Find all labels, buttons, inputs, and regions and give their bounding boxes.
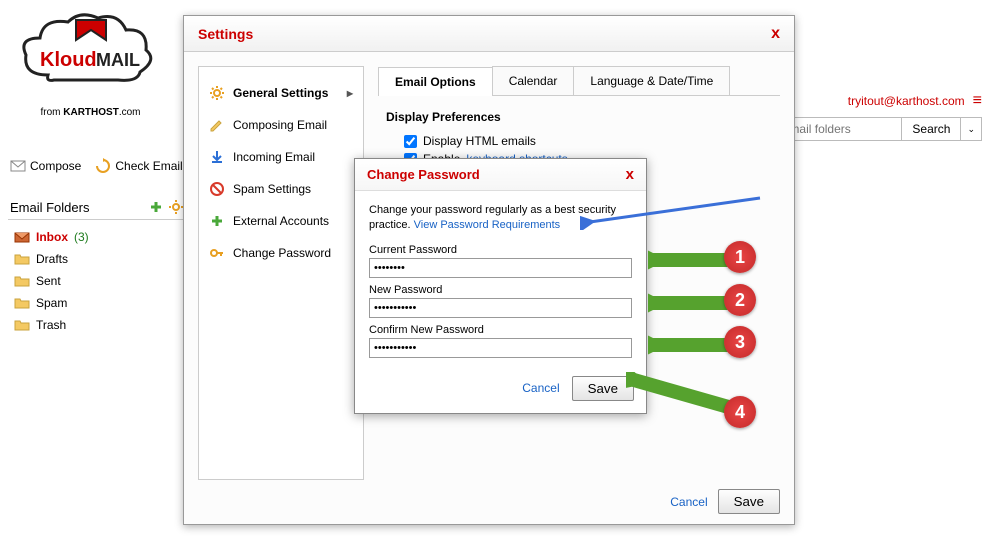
settings-cancel-button[interactable]: Cancel (670, 495, 707, 509)
display-preferences-header: Display Preferences (386, 110, 772, 124)
folder-inbox-label: Inbox (36, 230, 68, 244)
password-cancel-button[interactable]: Cancel (522, 381, 559, 395)
password-save-button[interactable]: Save (572, 376, 634, 401)
folder-icon (14, 251, 30, 267)
folder-trash[interactable]: Trash (8, 314, 186, 336)
nav-incoming-label: Incoming Email (233, 150, 315, 164)
nav-general-label: General Settings (233, 86, 328, 100)
password-description: Change your password regularly as a best… (369, 203, 632, 234)
gear-icon[interactable] (168, 199, 184, 215)
compose-label: Compose (30, 159, 81, 173)
logo-tagline: from KARTHOST.com (18, 107, 163, 118)
check-email-label: Check Email (115, 159, 182, 173)
input-current-password[interactable] (369, 258, 632, 278)
gear-icon (209, 85, 225, 101)
close-icon[interactable]: x (626, 166, 634, 183)
key-icon (209, 245, 225, 261)
nav-composing-label: Composing Email (233, 118, 327, 132)
settings-nav: General Settings ▶ Composing Email Incom… (198, 66, 364, 480)
tab-email-options[interactable]: Email Options (378, 67, 493, 96)
nav-composing-email[interactable]: Composing Email (199, 109, 363, 141)
folder-spam-label: Spam (36, 296, 67, 310)
settings-save-button[interactable]: Save (718, 489, 780, 514)
input-confirm-password[interactable] (369, 338, 632, 358)
refresh-icon (95, 158, 111, 174)
search-dropdown[interactable]: ⌄ (960, 118, 981, 140)
nav-external-accounts[interactable]: External Accounts (199, 205, 363, 237)
link-password-requirements[interactable]: View Password Requirements (414, 219, 561, 231)
folder-inbox[interactable]: Inbox (3) (8, 226, 186, 248)
search-button[interactable]: Search (901, 118, 960, 140)
folder-inbox-count: (3) (74, 230, 89, 244)
folders-header-label: Email Folders (10, 200, 89, 215)
nav-general-settings[interactable]: General Settings ▶ (199, 77, 363, 109)
user-email[interactable]: tryitout@karthost.com (848, 94, 965, 108)
label-html-emails: Display HTML emails (423, 134, 536, 148)
folder-sent[interactable]: Sent (8, 270, 186, 292)
inbox-icon (14, 229, 30, 245)
search-input[interactable] (783, 118, 901, 140)
pencil-icon (209, 117, 225, 133)
download-icon (209, 149, 225, 165)
folder-drafts-label: Drafts (36, 252, 68, 266)
logo-brand1: Kloud (40, 49, 97, 71)
folder-sent-label: Sent (36, 274, 61, 288)
checkbox-html-emails[interactable] (404, 135, 417, 148)
nav-spam-settings[interactable]: Spam Settings (199, 173, 363, 205)
nav-spam-label: Spam Settings (233, 182, 311, 196)
change-password-modal: Change Password x Change your password r… (354, 158, 647, 414)
chevron-right-icon: ▶ (347, 89, 353, 98)
compose-button[interactable]: Compose (10, 158, 81, 174)
close-icon[interactable]: x (771, 25, 780, 43)
label-confirm-password: Confirm New Password (369, 324, 632, 336)
tab-language[interactable]: Language & Date/Time (573, 66, 730, 95)
tab-calendar[interactable]: Calendar (492, 66, 575, 95)
settings-title: Settings (198, 26, 253, 42)
change-password-title: Change Password (367, 167, 480, 182)
label-new-password: New Password (369, 284, 632, 296)
plus-icon (209, 213, 225, 229)
folder-drafts[interactable]: Drafts (8, 248, 186, 270)
logo-brand2: MAIL (96, 50, 140, 70)
check-email-button[interactable]: Check Email (95, 158, 182, 174)
folder-icon (14, 295, 30, 311)
nav-change-password-label: Change Password (233, 246, 331, 260)
email-folders-panel: Email Folders Inbox (3) Drafts Sent Spam… (8, 195, 186, 336)
folder-spam[interactable]: Spam (8, 292, 186, 314)
label-current-password: Current Password (369, 244, 632, 256)
folder-trash-label: Trash (36, 318, 66, 332)
add-folder-icon[interactable] (148, 199, 164, 215)
logo: Kloud MAIL from KARTHOST.com (18, 10, 163, 118)
nav-external-label: External Accounts (233, 214, 329, 228)
menu-icon[interactable]: ≡ (973, 92, 982, 110)
search-bar: Search ⌄ (782, 117, 982, 141)
folder-icon (14, 273, 30, 289)
nav-incoming-email[interactable]: Incoming Email (199, 141, 363, 173)
settings-tabs: Email Options Calendar Language & Date/T… (378, 66, 780, 96)
input-new-password[interactable] (369, 298, 632, 318)
envelope-icon (10, 158, 26, 174)
folder-icon (14, 317, 30, 333)
nav-change-password[interactable]: Change Password (199, 237, 363, 269)
block-icon (209, 181, 225, 197)
